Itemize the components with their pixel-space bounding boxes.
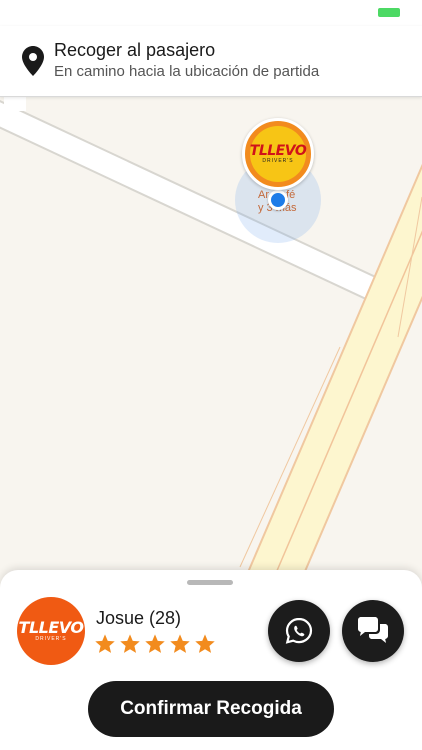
battery-icon: [378, 8, 400, 17]
driver-rating: [94, 633, 216, 655]
status-bar: [0, 0, 422, 26]
whatsapp-button[interactable]: [268, 600, 330, 662]
chat-button[interactable]: [342, 600, 404, 662]
star-icon: [95, 634, 115, 653]
whatsapp-icon: [285, 617, 313, 644]
tllevo-logo: TLLEVO DRIVER'S: [250, 126, 307, 182]
tllevo-map-marker[interactable]: TLLEVO DRIVER'S: [242, 118, 314, 190]
pickup-header: Recoger al pasajero En camino hacia la u…: [0, 26, 422, 97]
confirm-pickup-button[interactable]: Confirmar Recogida: [88, 681, 334, 737]
header-subtitle: En camino hacia la ubicación de partida: [54, 63, 320, 80]
sheet-drag-handle[interactable]: [187, 580, 233, 585]
star-icon: [195, 634, 215, 653]
current-location-dot: [268, 190, 288, 210]
map-roads: [0, 97, 422, 587]
map-view[interactable]: Ar Café y 3 más TLLEVO DRIVER'S: [0, 97, 422, 587]
star-icon: [170, 634, 190, 653]
star-icon: [120, 634, 140, 653]
location-pin-icon: [22, 46, 44, 76]
header-title: Recoger al pasajero: [54, 40, 216, 60]
driver-avatar: TLLEVO DRIVER'S: [17, 597, 85, 665]
star-icon: [145, 634, 165, 653]
bottom-sheet: TLLEVO DRIVER'S Josue (28) Confirmar Rec…: [0, 570, 422, 750]
chat-bubbles-icon: [358, 617, 388, 643]
driver-name: Josue (28): [96, 608, 182, 628]
